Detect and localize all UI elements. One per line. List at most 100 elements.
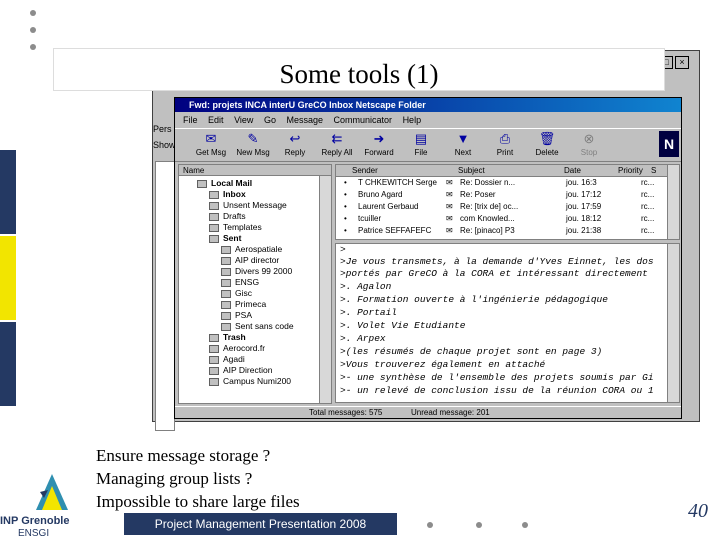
folder-item[interactable]: AIP Direction [209, 365, 272, 376]
folder-scrollbar[interactable] [319, 176, 331, 403]
file-button[interactable]: ▤ File [399, 131, 443, 157]
message-list-scrollbar[interactable] [667, 165, 679, 239]
forward-button[interactable]: ➜ Forward [357, 131, 401, 157]
folder-drafts[interactable]: Drafts [209, 211, 246, 222]
message-subject: Re: Poser [460, 190, 496, 199]
toolbar-label: Delete [535, 148, 559, 157]
folder-icon [221, 278, 231, 287]
folder-item[interactable]: Gisc [221, 288, 252, 299]
menu-file[interactable]: File [183, 115, 198, 125]
folder-item[interactable]: PSA [221, 310, 252, 321]
band-yellow [0, 236, 16, 320]
menu-go[interactable]: Go [264, 115, 276, 125]
envelope-icon: ✉ [446, 190, 453, 199]
folder-item[interactable]: Campus Numi200 [209, 376, 291, 387]
message-row[interactable]: • Patrice SEFFAFEFC ✉ Re: [pinaco] P3 jo… [336, 225, 679, 237]
message-subject: Re: Dossier n... [460, 178, 516, 187]
body-line: >portés par GreCO à la CORA et intéressa… [340, 268, 648, 279]
reply-all-button[interactable]: ⇇ Reply All [315, 131, 359, 157]
stop-button[interactable]: ⊗ Stop [567, 131, 611, 157]
folder-local-mail[interactable]: Local Mail [197, 178, 252, 189]
message-body-scrollbar[interactable] [667, 244, 679, 402]
close-button[interactable]: × [675, 56, 689, 69]
folder-column-name[interactable]: Name [179, 165, 331, 176]
folder-templates[interactable]: Templates [209, 222, 262, 233]
body-line: > [340, 244, 346, 255]
logo-subtext: ENSGI [18, 528, 50, 539]
reply-all-icon: ⇇ [331, 131, 343, 146]
folder-icon [221, 300, 231, 309]
read-dot-icon: • [344, 214, 347, 223]
body-line: >. Formation ouverte à l'ingénierie péda… [340, 294, 608, 305]
message-subject: com Knowled... [460, 214, 515, 223]
column-priority[interactable]: Priority [618, 165, 643, 177]
next-icon: ▼ [456, 131, 470, 146]
message-row[interactable]: • Bruno Agard ✉ Re: Poser jou. 17:12 rc.… [336, 189, 679, 201]
message-date: jou. 17:59 [566, 202, 602, 211]
menu-message[interactable]: Message [286, 115, 323, 125]
slide-title: Some tools (1) [279, 59, 439, 89]
column-status[interactable]: S [651, 165, 656, 177]
message-body[interactable]: > >Je vous transmets, à la demande d'Yve… [335, 243, 680, 403]
message-sender: Bruno Agard [358, 190, 403, 199]
toolbar-label: Forward [364, 148, 394, 157]
folder-item[interactable]: Primeca [221, 299, 266, 310]
get-msg-button[interactable]: ✉ Get Msg [189, 131, 233, 157]
envelope-icon: ✉ [446, 178, 453, 187]
stop-icon: ⊗ [583, 131, 595, 146]
menu-help[interactable]: Help [403, 115, 422, 125]
folder-item[interactable]: ENSG [221, 277, 259, 288]
folder-item[interactable]: Divers 99 2000 [221, 266, 292, 277]
folder-icon [209, 234, 219, 243]
bullet-dot [30, 27, 36, 33]
delete-button[interactable]: 🗑 Delete [525, 131, 569, 157]
folder-sent[interactable]: Sent [209, 233, 241, 244]
inbox-icon [209, 190, 219, 199]
folder-item[interactable]: Sent sans code [221, 321, 294, 332]
new-msg-icon: ✎ [247, 131, 259, 146]
message-status: rc... [641, 202, 655, 211]
folder-item[interactable]: Aerocord.fr [209, 343, 265, 354]
folder-icon [221, 245, 231, 254]
window-title: Fwd: projets INCA interU GreCO Inbox Net… [175, 98, 681, 112]
folder-icon [209, 212, 219, 221]
back-side-label: Pers [153, 124, 172, 134]
menu-edit[interactable]: Edit [208, 115, 224, 125]
netscape-folder-window: Fwd: projets INCA interU GreCO Inbox Net… [174, 97, 682, 419]
logo-text: INP Grenoble [0, 515, 70, 527]
reply-button[interactable]: ↩ Reply [273, 131, 317, 157]
bullet-item: Impossible to share large files [96, 492, 300, 511]
message-status: rc... [641, 190, 655, 199]
folder-item[interactable]: Agadi [209, 354, 245, 365]
folder-icon [209, 201, 219, 210]
folder-trash[interactable]: Trash [209, 332, 246, 343]
bullet-dot [522, 522, 528, 528]
menu-view[interactable]: View [234, 115, 253, 125]
new-msg-button[interactable]: ✎ New Msg [231, 131, 275, 157]
column-subject[interactable]: Subject [458, 165, 485, 177]
menu-bar: File Edit View Go Message Communicator H… [175, 113, 421, 127]
print-button[interactable]: ⎙ Print [483, 131, 527, 157]
folder-inbox[interactable]: Inbox [209, 189, 246, 200]
folder-item[interactable]: Aerospatiale [221, 244, 282, 255]
reply-icon: ↩ [289, 131, 301, 146]
folder-item[interactable]: AIP director [221, 255, 279, 266]
folder-icon [209, 377, 219, 386]
folder-icon [197, 179, 207, 188]
message-row[interactable]: • Laurent Gerbaud ✉ Re: [trix de] oc... … [336, 201, 679, 213]
body-line: >Je vous transmets, à la demande d'Yves … [340, 256, 654, 267]
message-row[interactable]: • tcuiller ✉ com Knowled... jou. 18:12 r… [336, 213, 679, 225]
menu-communicator[interactable]: Communicator [334, 115, 393, 125]
next-button[interactable]: ▼ Next [441, 131, 485, 157]
bullet-item: Ensure message storage ? [96, 446, 271, 465]
message-row[interactable]: • T CHKEWITCH Serge ✉ Re: Dossier n... j… [336, 177, 679, 189]
folder-tree[interactable]: Name Local Mail Inbox Unsent Message Dra… [178, 164, 332, 404]
toolbar-label: Reply [284, 148, 306, 157]
column-sender[interactable]: Sender [352, 165, 378, 177]
back-tree-pane[interactable] [155, 161, 175, 431]
envelope-icon: ✉ [446, 202, 453, 211]
file-icon: ▤ [414, 131, 428, 146]
column-date[interactable]: Date [564, 165, 581, 177]
folder-unsent[interactable]: Unsent Message [209, 200, 287, 211]
message-list[interactable]: Sender Subject Date Priority S • T CHKEW… [335, 164, 680, 240]
